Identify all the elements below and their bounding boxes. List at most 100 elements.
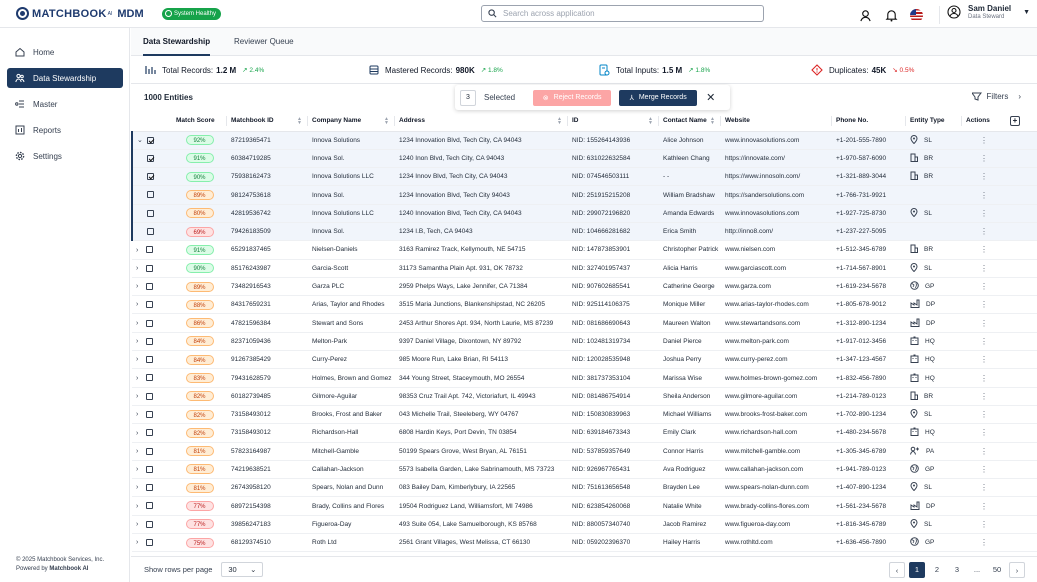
table-row[interactable]: 90% 75938162473 Innova Solutions LLC 1234 I… <box>131 167 1037 187</box>
row-checkbox[interactable] <box>146 539 153 547</box>
row-checkbox[interactable] <box>146 374 153 382</box>
more-actions-icon[interactable]: ⋮ <box>962 259 1006 278</box>
table-row[interactable]: › 77% 68972154398 Brady, Collins and Flores… <box>132 496 1037 516</box>
table-row[interactable]: ⌄ 92% 87219365471 Innova Solutions 1234 Inno… <box>131 131 1037 150</box>
row-select-cell[interactable]: › <box>132 240 172 260</box>
table-row[interactable]: 80% 42819536742 Innova Solutions LLC 1240 I… <box>131 204 1037 223</box>
user-menu[interactable]: Sam Daniel Data Steward ▼ <box>947 4 1030 20</box>
row-checkbox[interactable] <box>146 264 153 272</box>
col-website[interactable]: Website <box>721 111 832 132</box>
chevron-right-icon[interactable]: › <box>136 375 146 382</box>
row-select-cell[interactable]: › <box>132 277 172 297</box>
more-actions-icon[interactable]: ⋮ <box>962 131 1006 150</box>
page-50[interactable]: 50 <box>989 562 1005 578</box>
row-select-cell[interactable]: › <box>132 313 172 333</box>
row-select-cell[interactable]: › <box>132 350 172 370</box>
row-checkbox[interactable] <box>146 282 153 290</box>
filters-button[interactable]: Filters › <box>971 92 1021 101</box>
more-actions-icon[interactable]: ⋮ <box>962 423 1006 443</box>
row-checkbox[interactable] <box>146 301 153 309</box>
chevron-right-icon[interactable]: › <box>136 503 146 510</box>
row-checkbox[interactable] <box>146 520 153 528</box>
more-actions-icon[interactable]: ⋮ <box>962 442 1006 461</box>
table-row[interactable]: › 81% 74219638521 Callahan-Jackson 5573 Isab… <box>132 460 1037 480</box>
more-actions-icon[interactable]: ⋮ <box>962 167 1006 187</box>
row-select-cell[interactable]: ⌄ <box>131 131 172 150</box>
sidebar-item-home[interactable]: Home <box>7 42 123 62</box>
more-actions-icon[interactable]: ⋮ <box>962 185 1006 205</box>
row-checkbox[interactable] <box>146 410 153 418</box>
next-page-button[interactable]: › <box>1009 562 1025 578</box>
chevron-right-icon[interactable]: › <box>136 283 146 290</box>
page-2[interactable]: 2 <box>929 562 945 578</box>
col-id[interactable]: ID ▲ ▼ <box>568 111 659 132</box>
row-select-cell[interactable] <box>131 204 172 223</box>
row-checkbox[interactable] <box>146 429 153 437</box>
row-checkbox[interactable] <box>147 228 154 236</box>
table-row[interactable]: › 82% 73158493012 Richardson-Hall 6808 Hardi… <box>132 423 1037 443</box>
chevron-right-icon[interactable]: › <box>136 430 146 437</box>
row-checkbox[interactable] <box>147 173 154 181</box>
chevron-right-icon[interactable]: › <box>136 265 146 272</box>
prev-page-button[interactable]: ‹ <box>889 562 905 578</box>
more-actions-icon[interactable]: ⋮ <box>962 387 1006 406</box>
row-checkbox[interactable] <box>147 154 154 162</box>
page-3[interactable]: 3 <box>949 562 965 578</box>
row-select-cell[interactable] <box>131 185 172 205</box>
add-column-button[interactable]: + <box>1006 111 1037 132</box>
chevron-right-icon[interactable]: › <box>136 356 146 363</box>
chevron-down-icon[interactable]: ⌄ <box>137 136 147 144</box>
reject-records-button[interactable]: ⊗ Reject Records <box>533 89 612 106</box>
table-row[interactable]: › 81% 26743958120 Spears, Nolan and Dunn 083… <box>132 478 1037 498</box>
more-actions-icon[interactable]: ⋮ <box>962 277 1006 297</box>
us-flag-icon[interactable] <box>910 8 923 22</box>
row-checkbox[interactable] <box>146 356 153 364</box>
row-checkbox[interactable] <box>147 209 154 217</box>
table-row[interactable]: › 89% 73482916543 Garza PLC 2959 Phelps Ways… <box>132 277 1037 297</box>
col-company-name[interactable]: Company Name ▲ ▼ <box>308 111 395 132</box>
table-row[interactable]: › 82% 60182739485 Gilmore-Aguilar 98353 Cruz… <box>132 387 1037 406</box>
more-actions-icon[interactable]: ⋮ <box>962 332 1006 352</box>
support-icon[interactable] <box>858 8 872 22</box>
col-entity-type[interactable]: Entity Type <box>906 111 962 132</box>
chevron-right-icon[interactable]: › <box>136 301 146 308</box>
table-row[interactable]: › 86% 47821596384 Stewart and Sons 2453 Arth… <box>132 313 1037 333</box>
sidebar-item-reports[interactable]: Reports <box>7 120 123 140</box>
row-select-cell[interactable]: › <box>132 295 172 315</box>
rows-per-page-select[interactable]: 30 ⌄ <box>221 562 264 577</box>
more-actions-icon[interactable]: ⋮ <box>962 240 1006 260</box>
table-row[interactable]: › 75% 68129374510 Roth Ltd 2561 Grant Villag… <box>132 533 1037 553</box>
row-select-cell[interactable] <box>131 149 172 169</box>
row-select-cell[interactable]: › <box>132 533 172 553</box>
chevron-right-icon[interactable]: › <box>136 539 146 546</box>
row-checkbox[interactable] <box>146 246 153 254</box>
row-checkbox[interactable] <box>146 337 153 345</box>
chevron-right-icon[interactable]: › <box>136 320 146 327</box>
table-row[interactable]: › 84% 82371059436 Melton-Park 9397 Daniel Vi… <box>132 332 1037 352</box>
row-select-cell[interactable]: › <box>132 496 172 516</box>
table-row[interactable]: › 81% 57823164987 Mitchell-Gamble 50199 Spea… <box>132 442 1037 461</box>
table-row[interactable]: › 90% 85176243987 Garcia-Scott 31173 Samanth… <box>132 259 1037 278</box>
more-actions-icon[interactable]: ⋮ <box>962 350 1006 370</box>
more-actions-icon[interactable]: ⋮ <box>962 496 1006 516</box>
row-checkbox[interactable] <box>147 191 154 199</box>
col-address[interactable]: Address ▲ ▼ <box>395 111 568 132</box>
more-actions-icon[interactable]: ⋮ <box>962 295 1006 315</box>
search-input[interactable] <box>503 9 743 18</box>
col-contact-name[interactable]: Contact Name ▲ ▼ <box>659 111 721 132</box>
more-actions-icon[interactable]: ⋮ <box>962 533 1006 553</box>
table-row[interactable]: 91% 60384719285 Innova Sol. 1240 Inon Blvd,… <box>131 149 1037 169</box>
table-row[interactable]: › 88% 84317659231 Arias, Taylor and Rhodes 3… <box>132 295 1037 315</box>
col-phone[interactable]: Phone No. <box>832 111 906 132</box>
chevron-down-icon[interactable]: ▼ <box>1023 9 1030 16</box>
chevron-right-icon[interactable]: › <box>136 338 146 345</box>
row-select-cell[interactable] <box>131 222 172 242</box>
more-actions-icon[interactable]: ⋮ <box>962 204 1006 223</box>
row-select-cell[interactable]: › <box>132 387 172 406</box>
row-select-cell[interactable]: › <box>132 515 172 535</box>
tab-data-stewardship[interactable]: Data Stewardship <box>143 28 211 56</box>
more-actions-icon[interactable]: ⋮ <box>962 460 1006 480</box>
table-row[interactable]: › 91% 65291837465 Nielsen-Daniels 3163 Ramir… <box>132 240 1037 260</box>
chevron-right-icon[interactable]: › <box>136 484 146 491</box>
chevron-right-icon[interactable]: › <box>136 521 146 528</box>
